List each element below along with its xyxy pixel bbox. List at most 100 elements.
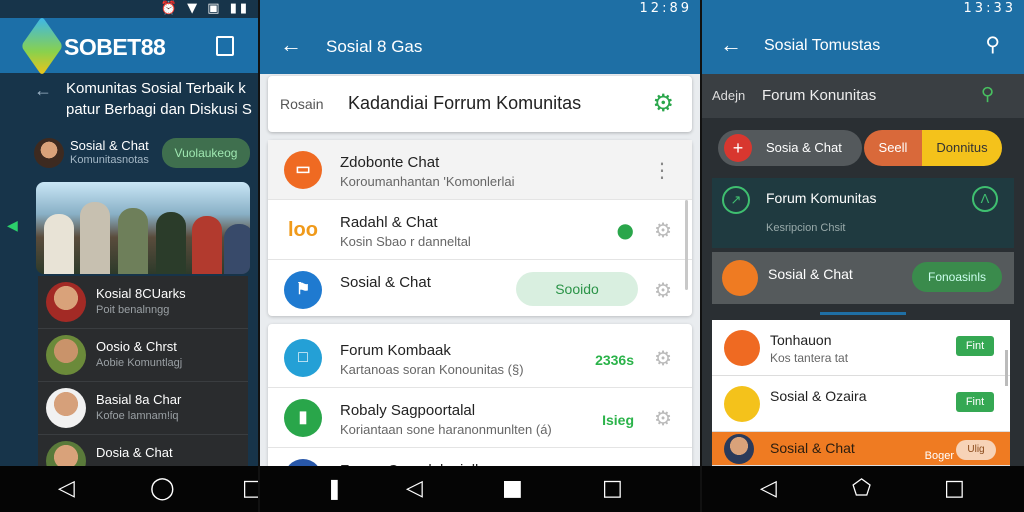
search-card[interactable]: Rosain Kadandiai Forrum Komunitas ⚙ (268, 76, 692, 132)
list-item[interactable]: ▭ Zdobonte Chat Koroumanhantan 'Komonler… (268, 140, 692, 200)
nav-back-icon[interactable]: ◁ (406, 476, 423, 501)
screen-sobet88-home: ⏰ ▼ ▣ ▮▮ SOBET88 ← Komunitas Sosial Terb… (0, 0, 258, 512)
list-item-subtitle: Kartanoas soran Konounitas (§) (340, 362, 524, 377)
list-item[interactable]: Kosial 8CUarks Poit benalnngg (38, 276, 248, 329)
settings-gear-icon[interactable]: ⚙ (652, 89, 674, 117)
left-chevron-icon[interactable]: ◀ (7, 217, 18, 234)
avatar (724, 434, 754, 464)
list-item-subtitle: Kofoe lamnam!iq (96, 410, 179, 422)
status-bar: 12:89 (260, 0, 700, 18)
brand-icon: loo (284, 211, 322, 249)
list-item[interactable]: Sosial & Chat Boger Ulig (712, 432, 1010, 466)
chat-icon: ▭ (284, 151, 322, 189)
status-pill[interactable]: Ulig (956, 440, 996, 460)
back-arrow-icon[interactable]: ← (280, 32, 302, 58)
forum-item[interactable]: ↗ Forum Komunitas Kesripcion Chsit Λ (712, 178, 1014, 248)
gear-icon[interactable]: ⚙ (654, 346, 672, 370)
status-bar: 13:33 (702, 0, 1024, 18)
system-nav-bar: ◁ ⬠ □ (702, 466, 1024, 512)
caret-up-icon[interactable]: Λ (972, 186, 998, 212)
segment-right[interactable]: Donnitus (922, 130, 1002, 166)
list-item[interactable]: Sosial & Chat Fonoasinls (712, 252, 1014, 304)
system-nav-bar: ◁ ◯ □ (0, 466, 258, 512)
list-item-title: Robaly Sagpoortalal (340, 402, 476, 419)
search-icon[interactable]: ⚲ (985, 32, 1000, 56)
list-item-subtitle: Koroumanhantan 'Komonlerlai (340, 174, 515, 189)
nav-menu-icon[interactable]: ❚ (326, 476, 343, 500)
avatar (46, 282, 86, 322)
chat-bubble-icon (722, 260, 758, 296)
gear-icon[interactable]: ⚙ (654, 406, 672, 430)
status-badge[interactable]: Fint (956, 336, 994, 356)
app-bar-title: Sosial 8 Gas (326, 37, 423, 56)
chart-icon: □ (284, 339, 322, 377)
nav-recents-icon[interactable]: □ (602, 476, 623, 501)
plus-icon: + (724, 134, 752, 162)
whatsapp-icon[interactable]: ● (617, 218, 634, 242)
sub-header: Adejn Forum Konunitas ⚲ (702, 74, 1024, 118)
nav-recents-icon[interactable]: □ (944, 476, 965, 501)
app-bar: SOBET88 (0, 16, 258, 76)
list-item[interactable]: ▮ Robaly Sagpoortalal Koriantaan sone ha… (268, 388, 692, 448)
chat-list: Kosial 8CUarks Poit benalnngg Oosio & Ch… (38, 276, 248, 488)
app-bar-title: Sosial Tomustas (764, 37, 881, 54)
list-item-title: Kosial 8CUarks (96, 286, 186, 301)
more-vert-icon[interactable]: ⋮ (652, 158, 672, 182)
nav-home-icon[interactable]: ◯ (150, 476, 175, 501)
list-item-subtitle: Poit benalnngg (96, 304, 170, 316)
list-item-title: Forum Kombaak (340, 342, 451, 359)
user-row-subtitle: Komunitasnotas (70, 154, 149, 166)
sub-header-title: Forum Konunitas (762, 87, 877, 104)
segment-left[interactable]: Seell (864, 130, 922, 166)
list-item[interactable]: loo Radahl & Chat Kosin Sbao r danneltal… (268, 200, 692, 260)
list-item-extra: Boger (924, 450, 954, 462)
divider (820, 312, 906, 315)
nav-home-icon[interactable]: ■ (502, 476, 523, 501)
nav-home-icon[interactable]: ⬠ (852, 476, 871, 501)
back-arrow-icon[interactable]: ← (34, 80, 52, 101)
list-item-subtitle: Kosin Sbao r danneltal (340, 234, 471, 249)
user-row[interactable]: Sosial & Chat Komunitasnotas Vuolaukeog (34, 138, 254, 172)
chip-label: Sosia & Chat (766, 140, 842, 155)
page-headline: Komunitas Sosial Terbaik k patur Berbagi… (66, 80, 252, 118)
status-icons: ⏰ ▼ ▣ ▮▮ (160, 1, 250, 16)
list-item[interactable]: Oosio & Chrst Aobie Komuntlagj (38, 329, 248, 382)
status-badge[interactable]: Fint (956, 392, 994, 412)
trend-icon: ↗ (722, 186, 750, 214)
search-icon[interactable]: ⚲ (981, 84, 994, 105)
list-item[interactable]: □ Forum Kombaak Kartanoas soran Konounit… (268, 328, 692, 388)
list-item-title: Zdobonte Chat (340, 154, 440, 171)
bars-icon: ▮ (284, 399, 322, 437)
nav-back-icon[interactable]: ◁ (58, 476, 75, 501)
list-item[interactable]: Basial 8a Char Kofoe lamnam!iq (38, 382, 248, 435)
join-pill-button[interactable]: Sooido (516, 272, 638, 306)
gear-icon[interactable]: ⚙ (654, 218, 672, 242)
nav-recents-icon[interactable]: □ (242, 476, 258, 501)
chip-segment[interactable]: Seell Donnitus (864, 130, 1002, 166)
gear-icon[interactable]: ⚙ (654, 278, 672, 302)
back-arrow-icon[interactable]: ← (720, 32, 742, 58)
app-bar: ← Sosial 8 Gas (260, 18, 700, 74)
join-button[interactable]: Vuolaukeog (162, 138, 250, 168)
scrollbar[interactable] (685, 200, 688, 290)
flag-icon: ⚑ (284, 271, 322, 309)
avatar (34, 138, 64, 168)
list-item[interactable]: Tonhauon Kos tantera tat Fint (712, 320, 1010, 376)
action-button[interactable]: Fonoasinls (912, 262, 1002, 292)
chat-card: ▭ Zdobonte Chat Koroumanhantan 'Komonler… (268, 140, 692, 316)
member-count: 2336s (595, 352, 634, 368)
chip-sosial-chat[interactable]: + Sosia & Chat (718, 130, 862, 166)
list-item-title: Oosio & Chrst (96, 339, 177, 354)
avatar (46, 388, 86, 428)
list-item-title: Sosial & Chat (340, 274, 431, 291)
share-icon[interactable] (216, 36, 234, 56)
document-icon (724, 386, 760, 422)
section-heading: Kadandiai Forrum Komunitas (348, 93, 582, 113)
community-photo (36, 182, 250, 274)
list-item[interactable]: ⚑ Sosial & Chat Sooido ⚙ (268, 260, 692, 320)
chat-icon (724, 330, 760, 366)
nav-back-icon[interactable]: ◁ (760, 476, 777, 501)
screen-social-community: 13:33 ← Sosial Tomustas ⚲ Adejn Forum Ko… (702, 0, 1024, 512)
scrollbar[interactable] (1005, 350, 1008, 386)
list-item[interactable]: Sosial & Ozaira Fint (712, 376, 1010, 432)
